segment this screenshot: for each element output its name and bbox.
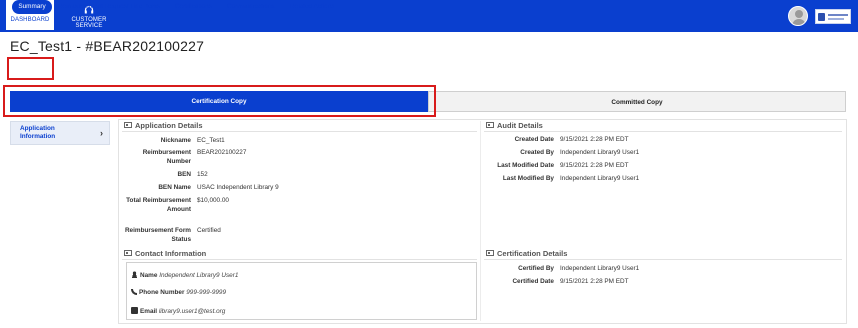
contact-name-value: Independent Library9 User1 xyxy=(159,272,239,279)
person-icon xyxy=(131,271,138,278)
contact-phone-label: Phone Number xyxy=(139,289,185,296)
field-value-certified-date: 9/15/2021 2:28 PM EDT xyxy=(560,278,629,285)
field-label-ben: BEN xyxy=(177,171,192,178)
tab-summary[interactable]: Summary xyxy=(12,0,52,14)
organization-logo xyxy=(815,9,851,24)
logo-mark xyxy=(818,13,825,21)
field-value-reimbursement-form-status: Certified xyxy=(197,227,221,234)
field-label-last-modified-by: Last Modified By xyxy=(502,175,554,182)
field-label-ben-name: BEN Name xyxy=(158,184,191,191)
avatar-head-shape xyxy=(795,10,803,18)
contact-information-heading-text: Contact Information xyxy=(135,249,207,258)
sidebar-item-application-information[interactable]: Application Information › xyxy=(10,121,110,145)
section-divider xyxy=(122,131,477,132)
contact-name-label: Name xyxy=(140,272,158,279)
tab-reimbursement-request-line-items[interactable]: Reimbursement Request Line Items xyxy=(58,0,160,14)
audit-details-heading: Audit Details xyxy=(486,121,543,130)
field-label-reimbursement-number: Reimbursement Number xyxy=(142,149,191,165)
logo-text-line xyxy=(828,14,848,16)
nav-dashboard-label: DASHBOARD xyxy=(10,17,50,23)
field-value-last-modified-date: 9/15/2021 2:28 PM EDT xyxy=(560,162,629,169)
field-value-certified-by: Independent Library9 User1 xyxy=(560,265,640,272)
field-value-reimbursement-number: BEAR202100227 xyxy=(197,149,247,156)
field-value-ben-name: USAC Independent Library 9 xyxy=(197,184,279,191)
field-label-certified-by: Certified By xyxy=(518,265,554,272)
tab-related-actions[interactable]: Related Actions xyxy=(290,0,334,14)
logo-text-line xyxy=(828,18,844,20)
audit-details-heading-text: Audit Details xyxy=(497,121,543,130)
contact-email-value[interactable]: library9.user1@test.org xyxy=(159,308,226,315)
tab-certifications[interactable]: Certifications xyxy=(175,0,212,14)
contact-information-heading: Contact Information xyxy=(124,249,206,258)
field-value-last-modified-by: Independent Library9 User1 xyxy=(560,175,640,182)
field-label-last-modified-date: Last Modified Date xyxy=(497,162,554,169)
field-label-created-by: Created By xyxy=(520,149,554,156)
field-label-reimbursement-form-status: Reimbursement Form Status xyxy=(124,227,191,243)
tab-communications[interactable]: Communications xyxy=(227,0,275,14)
field-value-total-reimbursement-amount: $10,000.00 xyxy=(197,197,229,204)
field-value-created-by: Independent Library9 User1 xyxy=(560,149,640,156)
field-value-created-date: 9/15/2021 2:28 PM EDT xyxy=(560,136,629,143)
phone-icon xyxy=(131,289,137,295)
id-card-icon xyxy=(124,250,132,256)
field-label-total-reimbursement-amount: Total Reimbursement Amount xyxy=(126,197,191,213)
contact-email-row: Email library9.user1@test.org xyxy=(131,307,225,315)
application-details-heading: Application Details xyxy=(124,121,203,130)
field-label-certified-date: Certified Date xyxy=(512,278,554,285)
section-divider xyxy=(484,259,842,260)
id-card-icon xyxy=(486,250,494,256)
chevron-right-icon: › xyxy=(100,128,103,138)
nav-customer-service-label: CUSTOMER SERVICE xyxy=(71,17,107,29)
field-value-ben: 152 xyxy=(197,171,208,178)
contact-phone-value: 999-999-9999 xyxy=(186,289,227,296)
section-divider xyxy=(122,259,477,260)
field-label-created-date: Created Date xyxy=(514,136,554,143)
sidebar-item-label: Application Information xyxy=(20,125,56,140)
field-value-nickname: EC_Test1 xyxy=(197,137,225,144)
id-card-icon xyxy=(124,122,132,128)
annotation-highlight-certification-copy xyxy=(3,85,436,117)
section-divider xyxy=(484,131,842,132)
annotation-highlight-summary xyxy=(7,57,54,80)
avatar-body-shape xyxy=(792,19,806,25)
user-avatar[interactable] xyxy=(788,6,808,26)
page-title: EC_Test1 - #BEAR202100227 xyxy=(10,38,205,54)
contact-name-row: Name Independent Library9 User1 xyxy=(131,271,238,279)
application-details-heading-text: Application Details xyxy=(135,121,203,130)
committed-copy-button[interactable]: Committed Copy xyxy=(428,91,846,112)
certification-details-heading: Certification Details xyxy=(486,249,567,258)
envelope-icon xyxy=(131,307,138,314)
id-card-icon xyxy=(486,122,494,128)
field-label-nickname: Nickname xyxy=(160,137,191,144)
certification-details-heading-text: Certification Details xyxy=(497,249,568,258)
contact-phone-row: Phone Number 999-999-9999 xyxy=(131,289,226,296)
contact-email-label: Email xyxy=(140,308,158,315)
